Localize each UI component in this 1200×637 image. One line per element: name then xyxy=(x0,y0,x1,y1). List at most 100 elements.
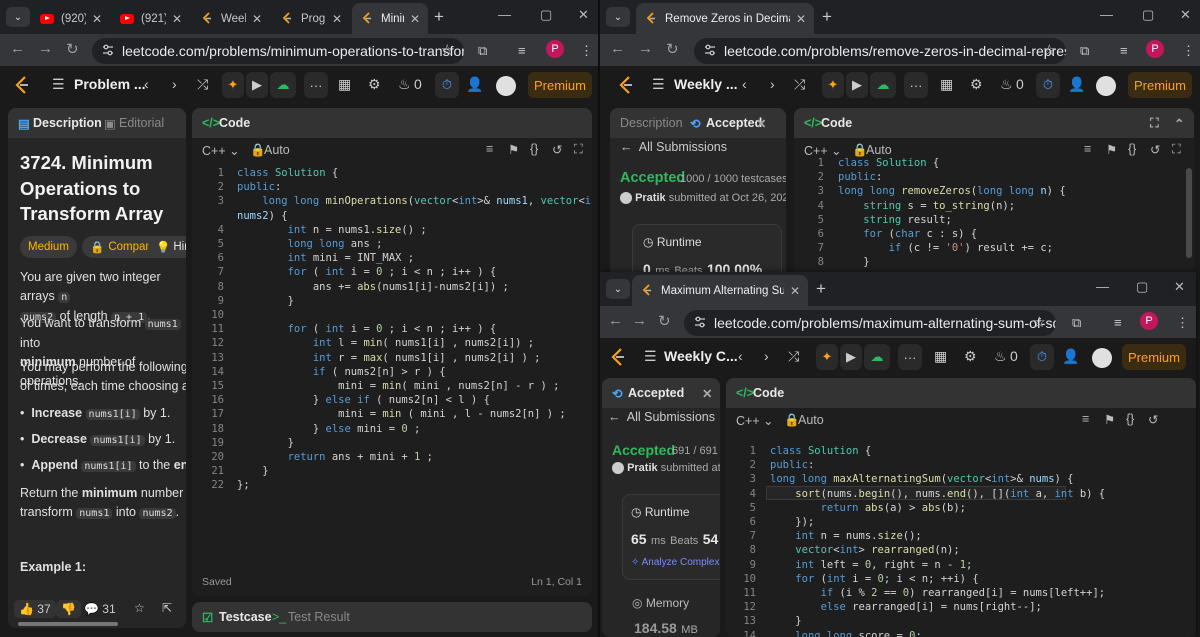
timer-icon[interactable]: ⏱ xyxy=(1036,72,1060,98)
submit-button[interactable]: ☁ xyxy=(864,344,890,370)
minimize-button[interactable]: — xyxy=(498,7,511,22)
prev-problem-icon[interactable]: ‹ xyxy=(144,76,149,92)
close-icon[interactable]: ✕ xyxy=(172,12,182,26)
runtime-card[interactable]: ◷ Runtime 65 ms Beats 54 ✧ Analyze Compl… xyxy=(622,494,720,580)
premium-button[interactable]: Premium xyxy=(528,72,592,98)
minimize-button[interactable]: — xyxy=(1096,279,1109,294)
profile-avatar[interactable]: P xyxy=(1140,312,1158,330)
code-editor[interactable]: class Solution { public: long long minOp… xyxy=(237,166,592,493)
leetcode-logo-icon[interactable] xyxy=(610,348,626,366)
settings-gear-icon[interactable]: ⚙ xyxy=(368,76,381,93)
streak-fire-icon[interactable]: ♨ xyxy=(1000,76,1013,93)
close-window-button[interactable]: ✕ xyxy=(1180,7,1191,23)
extensions-icon[interactable]: ⧉ xyxy=(1080,43,1089,59)
like-button[interactable]: 👍 37 xyxy=(14,600,56,618)
language-select[interactable]: C++ ⌄ xyxy=(202,143,240,158)
tab-youtube-1[interactable]: (920) ✕ xyxy=(32,3,110,34)
timer-icon[interactable]: ⏱ xyxy=(1030,344,1054,370)
add-friend-icon[interactable]: 👤 xyxy=(1062,348,1079,365)
submit-button[interactable]: ☁ xyxy=(270,72,296,98)
tab-leetcode-weekly[interactable]: Weekl✕ xyxy=(192,3,270,34)
media-controls-icon[interactable]: ≡ xyxy=(518,43,526,58)
run-button[interactable]: ▶ xyxy=(846,72,868,98)
prev-problem-icon[interactable]: ‹ xyxy=(742,76,747,92)
share-icon[interactable]: ⇱ xyxy=(162,601,172,615)
shuffle-icon[interactable]: ⤮ xyxy=(197,76,208,93)
maximize-button[interactable]: ▢ xyxy=(1136,279,1148,295)
vertical-scrollbar[interactable] xyxy=(1186,168,1192,258)
tab-search-button[interactable]: ⌄ xyxy=(6,7,30,27)
settings-gear-icon[interactable]: ⚙ xyxy=(970,76,983,93)
layout-icon[interactable]: ▦ xyxy=(940,76,953,93)
problem-list-icon[interactable]: ☰ xyxy=(644,348,657,365)
tab-accepted[interactable]: Accepted xyxy=(706,116,762,130)
tab-testcase[interactable]: Testcase xyxy=(219,610,272,624)
profile-avatar[interactable]: P xyxy=(546,40,564,58)
tab-leetcode-minimum[interactable]: Minim✕ xyxy=(352,3,428,34)
close-icon[interactable]: ✕ xyxy=(790,284,800,298)
reload-icon[interactable]: ↻ xyxy=(66,40,79,58)
address-bar[interactable]: leetcode.com/problems/minimum-operations… xyxy=(92,38,464,64)
close-icon[interactable]: ✕ xyxy=(410,12,420,26)
submit-button[interactable]: ☁ xyxy=(870,72,896,98)
reload-icon[interactable]: ↻ xyxy=(658,312,671,330)
auto-mode[interactable]: Auto xyxy=(798,413,824,427)
bookmark-star-icon[interactable]: ☆ xyxy=(441,41,454,59)
code-editor[interactable]: class Solution { public: long long remov… xyxy=(838,156,1066,278)
new-tab-button[interactable]: + xyxy=(822,7,832,27)
tab-leetcode-progress[interactable]: Progr✕ xyxy=(272,3,350,34)
fullscreen-icon[interactable]: ⛶ xyxy=(574,142,583,157)
braces-icon[interactable]: {} xyxy=(1128,142,1136,156)
problem-list-label[interactable]: Weekly C... xyxy=(664,348,738,364)
menu-icon[interactable]: ⋮ xyxy=(1176,315,1189,331)
site-info-icon[interactable] xyxy=(101,43,115,57)
more-icon[interactable]: ··· xyxy=(898,344,922,370)
bookmark-icon[interactable]: ⚑ xyxy=(1104,412,1115,427)
media-controls-icon[interactable]: ≡ xyxy=(1114,315,1122,330)
close-icon[interactable]: ✕ xyxy=(796,12,806,26)
back-icon[interactable]: ← xyxy=(10,40,25,57)
problem-list-icon[interactable]: ☰ xyxy=(52,76,65,93)
next-problem-icon[interactable]: › xyxy=(770,76,775,92)
language-select[interactable]: C++ ⌄ xyxy=(736,413,774,428)
tab-editorial[interactable]: Editorial xyxy=(119,116,164,130)
shuffle-icon[interactable]: ⤮ xyxy=(788,348,799,365)
run-button[interactable]: ▶ xyxy=(840,344,862,370)
streak-fire-icon[interactable]: ♨ xyxy=(994,348,1007,365)
bookmark-star-icon[interactable]: ☆ xyxy=(1043,41,1056,59)
forward-icon[interactable]: → xyxy=(632,312,647,329)
hint-tag[interactable]: 💡Hint xyxy=(148,236,186,258)
forward-icon[interactable]: → xyxy=(38,40,53,57)
run-button[interactable]: ▶ xyxy=(246,72,268,98)
minimize-button[interactable]: — xyxy=(1100,7,1113,22)
braces-icon[interactable]: {} xyxy=(1126,412,1134,426)
user-avatar[interactable] xyxy=(496,76,516,96)
tab-test-result[interactable]: Test Result xyxy=(288,610,350,624)
debug-button[interactable]: ✦ xyxy=(816,344,838,370)
debug-button[interactable]: ✦ xyxy=(822,72,844,98)
tab-description[interactable]: Description xyxy=(33,116,102,130)
braces-icon[interactable]: {} xyxy=(530,142,538,156)
menu-icon[interactable]: ⋮ xyxy=(580,43,593,59)
profile-avatar[interactable]: P xyxy=(1146,40,1164,58)
close-window-button[interactable]: ✕ xyxy=(578,7,589,23)
fullscreen-icon[interactable]: ⛶ xyxy=(1172,142,1181,157)
problem-list-icon[interactable]: ☰ xyxy=(652,76,665,93)
tab-accepted[interactable]: Accepted xyxy=(628,386,684,400)
format-icon[interactable]: ≡ xyxy=(1084,142,1091,156)
next-problem-icon[interactable]: › xyxy=(764,348,769,364)
back-icon[interactable]: ← xyxy=(608,312,623,329)
tab-search-button[interactable]: ⌄ xyxy=(606,279,630,299)
extensions-icon[interactable]: ⧉ xyxy=(478,43,487,59)
all-submissions-link[interactable]: ← All Submissions xyxy=(620,140,727,154)
problem-list-label[interactable]: Weekly ... xyxy=(674,76,738,92)
add-friend-icon[interactable]: 👤 xyxy=(466,76,483,93)
layout-icon[interactable]: ▦ xyxy=(338,76,351,93)
tab-search-button[interactable]: ⌄ xyxy=(606,7,630,27)
address-bar[interactable]: leetcode.com/problems/remove-zeros-in-de… xyxy=(694,38,1066,64)
next-problem-icon[interactable]: › xyxy=(172,76,177,92)
media-controls-icon[interactable]: ≡ xyxy=(1120,43,1128,58)
site-info-icon[interactable] xyxy=(693,315,707,329)
format-icon[interactable]: ≡ xyxy=(1082,412,1089,426)
premium-button[interactable]: Premium xyxy=(1128,72,1192,98)
